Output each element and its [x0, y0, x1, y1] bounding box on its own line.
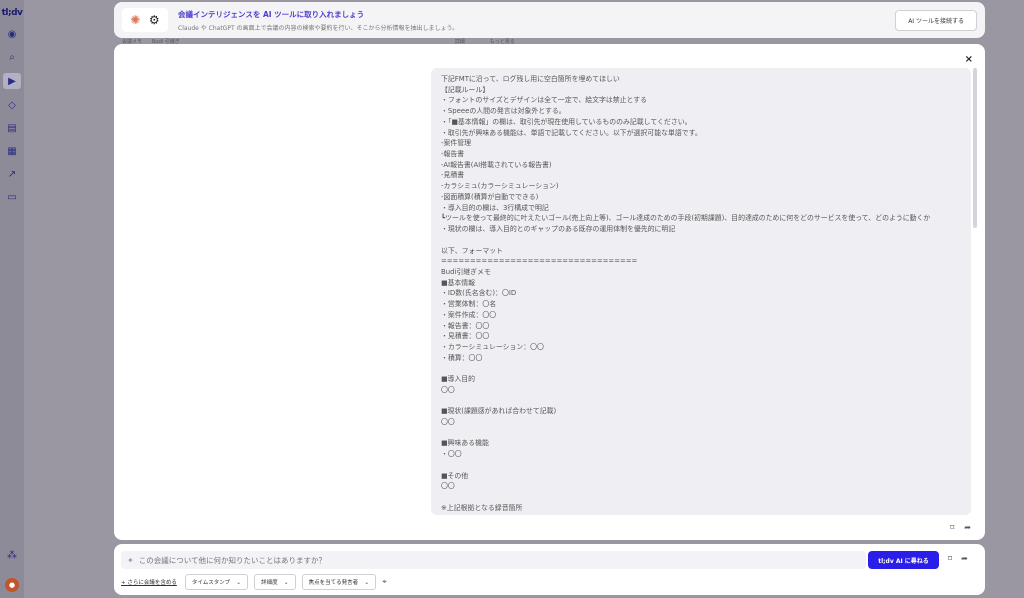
message-line: -案件管理: [441, 139, 472, 148]
message-line: -AI報告書(AI搭載されている報告書): [441, 160, 552, 169]
ask-ai-button[interactable]: tl;dv AI に尋ねる: [868, 551, 939, 569]
message-line: ・Speeeの人間の発言は対象外とする。: [441, 107, 566, 116]
user-message-bubble: 下記FMTに沿って、ログ残し用に空白箇所を埋めてほしい 【記載ルール】・フォントの…: [431, 68, 971, 515]
record-icon[interactable]: ◉: [5, 27, 19, 41]
message-line: ・報告書：〇〇: [441, 321, 490, 330]
app-logo: tl;dv: [1, 8, 23, 18]
message-line: 〇〇: [441, 482, 455, 491]
include-more-meetings-link[interactable]: + さらに会議を含める: [121, 578, 177, 586]
chevron-down-icon: ⌄: [236, 578, 242, 586]
tag-settings-icon[interactable]: ⌖: [382, 577, 387, 587]
message-line: ・フォントのサイズとデザインは全て一定で、絵文字は禁止とする: [441, 96, 648, 105]
speaker-focus-filter[interactable]: 焦点を当てる発言者 ⌄: [301, 574, 377, 590]
connect-ai-tools-button[interactable]: AI ツールを接続する: [895, 9, 977, 31]
message-line: -見積書: [441, 171, 465, 180]
search-icon[interactable]: ⌕: [5, 50, 19, 64]
message-line: [441, 460, 961, 471]
detail-level-filter[interactable]: 詳細度 ⌄: [254, 574, 296, 590]
filter-label: 焦点を当てる発言者: [308, 580, 359, 586]
message-line: ・積算：〇〇: [441, 353, 483, 362]
invite-icon[interactable]: ⁂: [5, 548, 19, 562]
message-line: [441, 396, 961, 407]
message-line: [441, 235, 961, 246]
ai-chat-modal: × 下記FMTに沿って、ログ残し用に空白箇所を埋めてほしい 【記載ルール】・フォン…: [114, 44, 985, 540]
message-line: 〇〇: [441, 418, 455, 426]
share-icon[interactable]: ➦: [961, 554, 968, 563]
timestamp-filter[interactable]: タイムスタンプ ⌄: [184, 574, 249, 590]
message-line: ※上記根拠となる録音箇所: [441, 503, 523, 512]
message-line: Budi引継ぎメモ: [441, 267, 491, 276]
chat-input[interactable]: [138, 555, 839, 565]
message-line: 以下、フォーマット: [441, 246, 504, 255]
bookmark-icon[interactable]: ⌑: [950, 523, 954, 532]
chatgpt-logo-icon: ⚙: [148, 13, 160, 27]
chevron-down-icon: ⌄: [283, 578, 289, 586]
chat-input-wrapper: ✦: [121, 551, 866, 569]
message-line: ・「■基本情報」の欄は、取引先が現在使用しているもののみ記載してください。: [441, 117, 692, 126]
banner-title: 会議インテリジェンスを AI ツールに取り入れましょう: [178, 9, 365, 19]
message-line: 下記FMTに沿って、ログ残し用に空白箇所を埋めてほしい: [441, 75, 620, 83]
message-line: ・案件作成：〇〇: [441, 310, 497, 319]
message-line: ・ID数(氏名含む)：〇ID: [441, 289, 517, 298]
bookmark-icon[interactable]: ⌑: [948, 554, 952, 563]
message-line: ■その他: [441, 471, 469, 480]
ai-tools-banner: ✺ ⚙ 会議インテリジェンスを AI ツールに取り入れましょう Claude や…: [114, 2, 985, 38]
message-line: ・導入目的の欄は、3行構成で明記: [441, 203, 549, 212]
chart-icon[interactable]: ↗: [5, 167, 19, 181]
message-line: 【記載ルール】: [441, 85, 490, 94]
banner-logos: ✺ ⚙: [122, 8, 168, 32]
sidebar: tl;dv ◉ ⌕ ▶ ◇ ▤ ▦ ↗ ▭ ⁂ ●: [0, 0, 24, 598]
message-line: -図面積算(積算が自動でできる): [441, 192, 539, 201]
banner-subtitle: Claude や ChatGPT の画面上で会議の内容の検索や要約を行い、そこか…: [178, 24, 459, 32]
scrollbar[interactable]: [973, 68, 977, 228]
video-icon[interactable]: ▶: [3, 73, 21, 89]
message-line: [441, 428, 961, 439]
message-line: ・見積書：〇〇: [441, 332, 490, 341]
claude-logo-icon: ✺: [130, 13, 141, 27]
message-line: ・取引先が興味ある機能は、単語で記載してください。以下が選択可能な単語です。: [441, 128, 702, 137]
message-line: ■興味ある機能: [441, 439, 489, 448]
message-line: -報告書: [441, 150, 465, 159]
message-line: ・〇〇: [441, 450, 462, 459]
notes-icon[interactable]: ▤: [5, 121, 19, 135]
sparkle-icon: ✦: [127, 555, 134, 565]
avatar[interactable]: ●: [5, 578, 19, 592]
message-line: ■現状(課題感があれば合わせて記載): [441, 407, 557, 416]
message-line: [441, 492, 961, 503]
message-line: ┗ツールを使って最終的に叶えたいゴール(売上向上等)、ゴール達成のための手段(初…: [441, 214, 931, 223]
chevron-down-icon: ⌄: [364, 578, 370, 586]
apps-icon[interactable]: ▦: [5, 144, 19, 158]
filter-label: タイムスタンプ: [191, 580, 231, 586]
message-line: ■基本情報: [441, 278, 476, 287]
close-button[interactable]: ×: [965, 54, 973, 65]
message-line: ==================================: [441, 257, 638, 266]
message-line: ■導入目的: [441, 375, 476, 384]
message-line: 〇〇: [441, 385, 455, 394]
message-line: -カラシミュ(カラーシミュレーション): [441, 182, 559, 191]
message-line: ・営業体制：〇名: [441, 300, 497, 309]
chat-bar: ✦ tl;dv AI に尋ねる ⌑ ➦ + さらに会議を含める タイムスタンプ …: [114, 544, 985, 595]
filter-label: 詳細度: [261, 580, 278, 586]
message-line: ・現状の欄は、導入目的とのギャップのある既存の運用体制を優先的に明記: [441, 225, 676, 234]
tag-icon[interactable]: ◇: [5, 98, 19, 112]
share-icon[interactable]: ➦: [964, 523, 971, 532]
message-line: ・カラーシミュレーション：〇〇: [441, 342, 544, 351]
message-line: [441, 363, 961, 374]
library-icon[interactable]: ▭: [5, 190, 19, 204]
